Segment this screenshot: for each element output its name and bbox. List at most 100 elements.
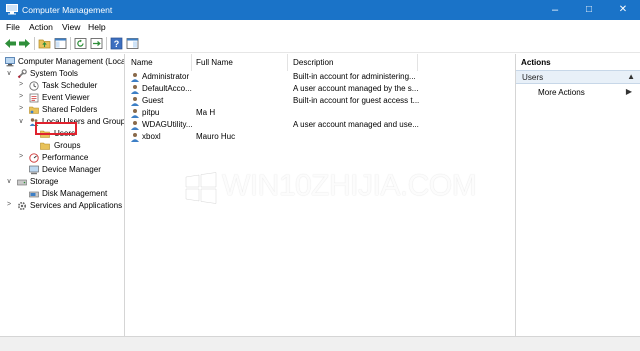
actions-section-users[interactable]: Users ▲ [516, 70, 640, 84]
table-row[interactable]: WDAGUtility... A user account managed an… [127, 119, 513, 131]
collapse-chevron-icon[interactable]: ∨ [17, 117, 25, 125]
user-name: Guest [142, 96, 164, 105]
menu-file[interactable]: File [6, 22, 20, 32]
forward-icon[interactable] [18, 37, 31, 50]
tree-item-groups[interactable]: Groups [0, 140, 124, 152]
user-name: pitpu [142, 108, 160, 117]
watermark: WIN10ZHIJIA.COM [184, 165, 484, 213]
expand-chevron-icon[interactable]: > [17, 105, 25, 112]
tree-item-label: Shared Folders [42, 105, 98, 114]
tree-item-label: Storage [30, 177, 59, 186]
tree-item-label: Disk Management [42, 189, 108, 198]
users-selection-highlight [35, 122, 77, 135]
refresh-icon[interactable] [74, 37, 87, 50]
user-icon [130, 72, 140, 82]
column-header-name[interactable]: Name [131, 58, 153, 67]
submenu-arrow-icon[interactable]: ▶ [626, 87, 632, 96]
table-row[interactable]: pitpu Ma H [127, 107, 513, 119]
expand-chevron-icon[interactable]: > [5, 201, 13, 208]
help-icon[interactable]: ? [110, 37, 123, 50]
expand-chevron-icon[interactable]: > [17, 153, 25, 160]
menu-view[interactable]: View [62, 22, 80, 32]
column-divider[interactable] [191, 54, 192, 71]
tree-item-device-manager[interactable]: Device Manager [0, 164, 124, 176]
storage-icon [17, 177, 27, 187]
tree-item-storage[interactable]: ∨ Storage [0, 176, 124, 188]
menu-bar: File Action View Help [0, 20, 640, 34]
tree-item-label: Event Viewer [42, 93, 90, 102]
tree-item-label: Computer Management (Local [18, 57, 125, 66]
actions-title: Actions [521, 58, 551, 67]
column-header-description[interactable]: Description [293, 58, 334, 67]
toolbar-separator [70, 37, 71, 50]
tree-item-shared-folders[interactable]: > Shared Folders [0, 104, 124, 116]
tree-item-task-scheduler[interactable]: > Task Scheduler [0, 80, 124, 92]
status-bar [0, 336, 640, 351]
tree-item-services-and-applications[interactable]: > Services and Applications [0, 200, 124, 212]
svg-text:?: ? [114, 39, 120, 49]
table-row[interactable]: xboxl Mauro Huc [127, 131, 513, 143]
user-description: Built-in account for administering... [293, 72, 416, 81]
shared-folder-icon [29, 105, 39, 115]
tree-item-disk-management[interactable]: Disk Management [0, 188, 124, 200]
up-folder-icon[interactable] [38, 37, 51, 50]
user-description: Built-in account for guest access t... [293, 96, 419, 105]
collapse-arrow-icon[interactable]: ▲ [627, 72, 635, 81]
properties-icon[interactable] [126, 37, 139, 50]
tree-item-label: Task Scheduler [42, 81, 98, 90]
console-tree: Computer Management (Local ∨ System Tool… [0, 54, 125, 336]
watermark-text: WIN10ZHIJIA.COM [222, 169, 477, 202]
actions-section-label: Users [522, 73, 544, 82]
device-manager-icon [29, 165, 39, 175]
collapse-chevron-icon[interactable]: ∨ [5, 177, 13, 185]
column-header-full-name[interactable]: Full Name [196, 58, 233, 67]
services-icon [17, 201, 27, 211]
toolbar: ? [0, 34, 640, 53]
user-icon [130, 120, 140, 130]
user-name: xboxl [142, 132, 161, 141]
tree-item-performance[interactable]: > Performance [0, 152, 124, 164]
user-full-name: Mauro Huc [196, 132, 236, 141]
close-button[interactable]: ✕ [606, 0, 640, 20]
tree-item-label: Groups [54, 141, 81, 150]
user-icon [130, 84, 140, 94]
table-row[interactable]: DefaultAcco... A user account managed by… [127, 83, 513, 95]
more-actions-link[interactable]: More Actions [538, 88, 585, 97]
tree-item-label: System Tools [30, 69, 78, 78]
user-name: WDAGUtility... [142, 120, 192, 129]
tools-icon [17, 69, 27, 79]
expand-chevron-icon[interactable]: > [17, 81, 25, 88]
tree-item-label: Device Manager [42, 165, 101, 174]
menu-action[interactable]: Action [29, 22, 53, 32]
user-full-name: Ma H [196, 108, 216, 117]
show-hide-tree-icon[interactable] [54, 37, 67, 50]
performance-icon [29, 153, 39, 163]
folder-icon [40, 141, 50, 151]
title-bar: Computer Management – □ ✕ [0, 0, 640, 20]
column-divider[interactable] [287, 54, 288, 71]
actions-pane: Actions Users ▲ More Actions ▶ [515, 54, 640, 336]
minimize-button[interactable]: – [538, 0, 572, 20]
clock-icon [29, 81, 39, 91]
tree-item-label: Services and Applications [30, 201, 123, 210]
menu-help[interactable]: Help [88, 22, 106, 32]
tree-item-label: Performance [42, 153, 89, 162]
back-icon[interactable] [4, 37, 17, 50]
window-title: Computer Management [22, 5, 113, 15]
export-list-icon[interactable] [90, 37, 103, 50]
user-description: A user account managed by the s... [293, 84, 419, 93]
collapse-chevron-icon[interactable]: ∨ [5, 69, 13, 77]
expand-chevron-icon[interactable]: > [17, 93, 25, 100]
table-row[interactable]: Guest Built-in account for guest access … [127, 95, 513, 107]
tree-item-event-viewer[interactable]: > Event Viewer [0, 92, 124, 104]
tree-item-system-tools[interactable]: ∨ System Tools [0, 68, 124, 80]
windows-logo-icon [184, 171, 218, 205]
table-row[interactable]: Administrator Built-in account for admin… [127, 71, 513, 83]
computer-management-app-icon [6, 4, 18, 15]
toolbar-separator [106, 37, 107, 50]
maximize-button[interactable]: □ [572, 0, 606, 20]
user-name: Administrator [142, 72, 190, 81]
toolbar-separator [34, 37, 35, 50]
tree-item-computer-management[interactable]: Computer Management (Local [0, 56, 125, 68]
column-divider[interactable] [417, 54, 418, 71]
